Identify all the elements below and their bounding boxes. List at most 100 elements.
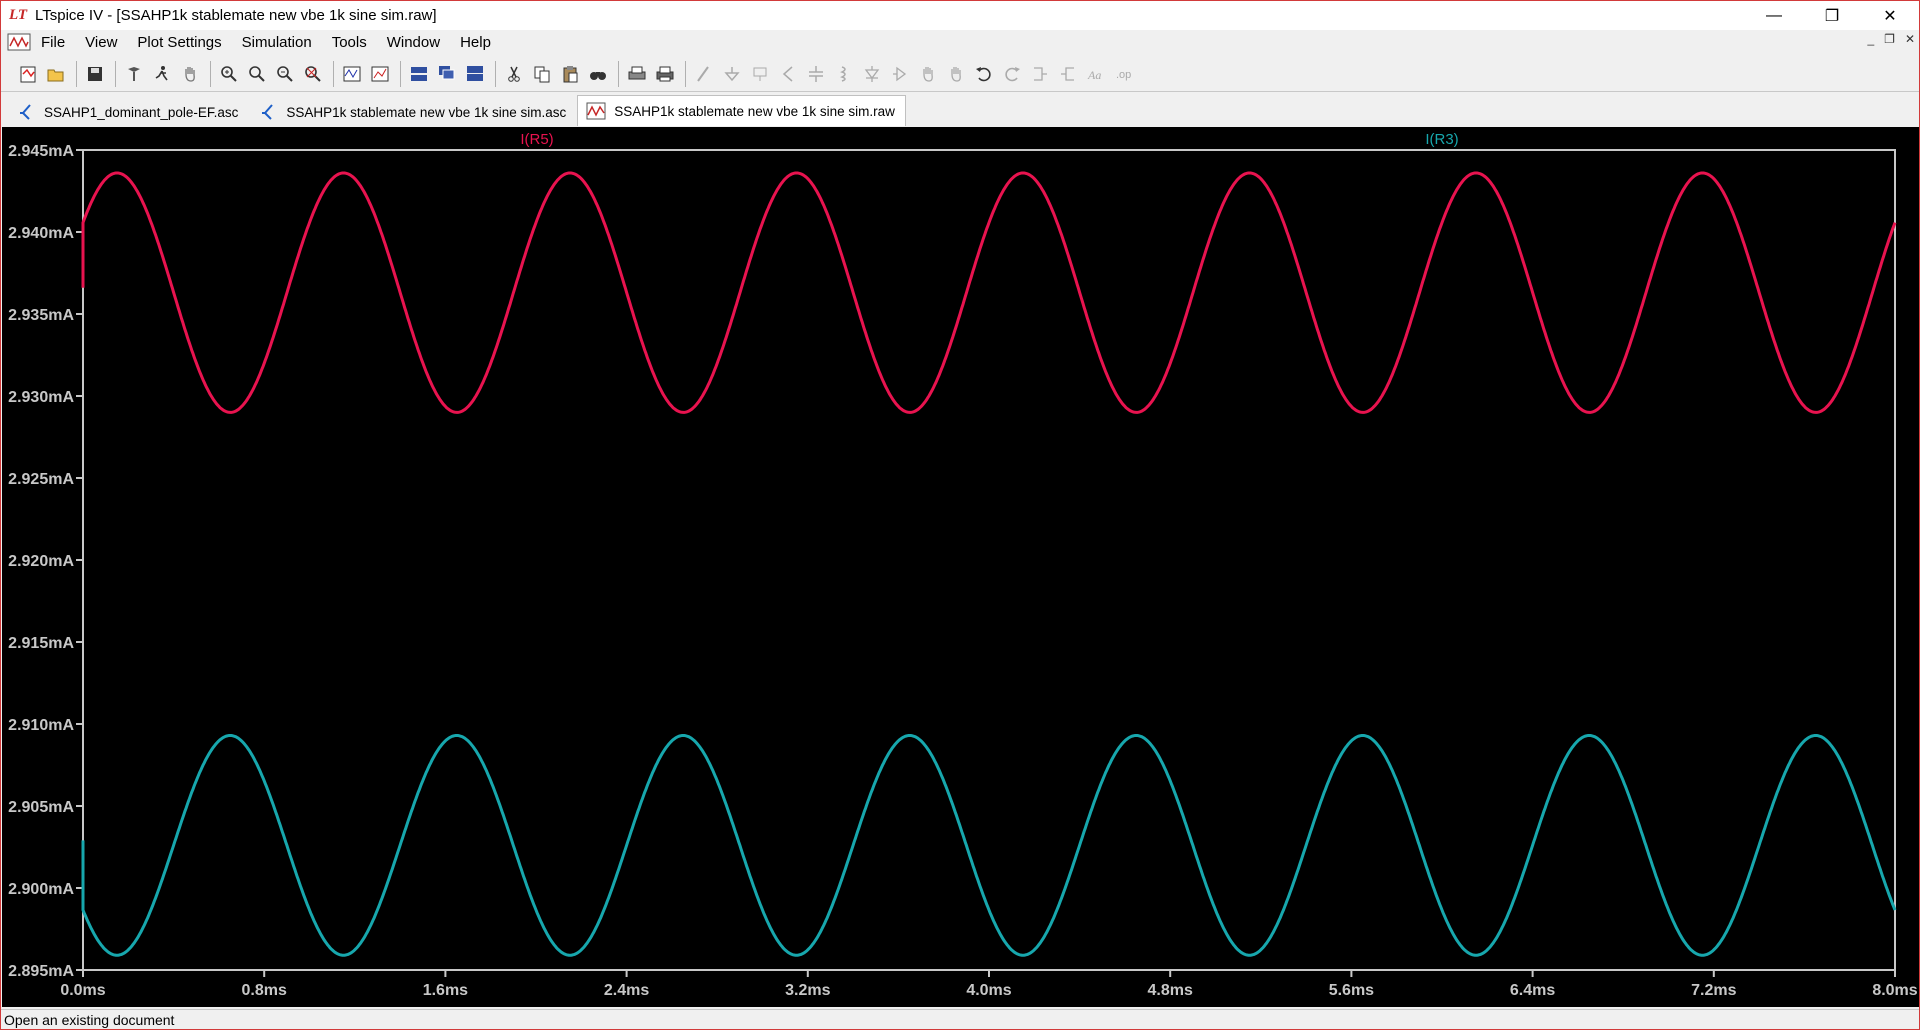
toolbar-separator [495, 60, 496, 87]
menu-window[interactable]: Window [377, 34, 450, 51]
tile-horizontal-icon[interactable] [406, 61, 432, 87]
inductor-icon[interactable] [831, 61, 857, 87]
tab-stablemate-raw[interactable]: SSAHP1k stablemate new vbe 1k sine sim.r… [577, 95, 906, 126]
toolbar-separator [210, 60, 211, 87]
menu-plot-settings[interactable]: Plot Settings [127, 34, 231, 51]
tab-dominant-pole-schematic[interactable]: SSAHP1_dominant_pole-EF.asc [7, 98, 249, 126]
x-tick-label: 3.2ms [785, 982, 830, 999]
menu-file[interactable]: File [31, 34, 75, 51]
wire-icon[interactable] [691, 61, 717, 87]
autorange-icon[interactable] [339, 61, 365, 87]
document-tabs: SSAHP1_dominant_pole-EF.asc SSAHP1k stab… [1, 94, 1919, 126]
diode-icon[interactable] [859, 61, 885, 87]
paste-icon[interactable] [557, 61, 583, 87]
schematic-icon [262, 104, 274, 120]
x-tick-label: 6.4ms [1510, 982, 1555, 999]
svg-text:.op: .op [1116, 69, 1131, 81]
doc-restore-button[interactable]: ❐ [1884, 32, 1895, 46]
title-bar: LT LTspice IV - [SSAHP1k stablemate new … [1, 1, 1919, 30]
toolbar-separator [76, 60, 77, 87]
menu-view[interactable]: View [75, 34, 127, 51]
waveform-icon [586, 102, 606, 120]
redo-icon[interactable] [999, 61, 1025, 87]
x-tick-label: 0.0ms [60, 982, 105, 999]
minimize-button[interactable]: — [1745, 1, 1803, 30]
y-tick-label: 2.915mA [8, 635, 74, 652]
mirror-icon[interactable] [1055, 61, 1081, 87]
waveform-chart[interactable]: 2.945mA 2.940mA 2.935mA 2.930mA 2.925mA 2.920… [2, 127, 1919, 1007]
x-tick-label: 5.6ms [1329, 982, 1374, 999]
run-icon[interactable] [149, 61, 175, 87]
legend-i-r3[interactable]: I(R3) [1425, 131, 1458, 148]
toolbar-separator [400, 60, 401, 87]
label-icon[interactable] [747, 61, 773, 87]
cascade-icon[interactable] [434, 61, 460, 87]
legend-i-r5[interactable]: I(R5) [520, 131, 553, 148]
find-icon[interactable] [585, 61, 611, 87]
y-axis: 2.945mA 2.940mA 2.935mA 2.930mA 2.925mA 2.920… [8, 143, 83, 980]
doc-minimize-button[interactable]: _ [1867, 32, 1874, 46]
copy-icon[interactable] [529, 61, 555, 87]
y-tick-label: 2.925mA [8, 471, 74, 488]
control-panel-icon[interactable] [121, 61, 147, 87]
x-tick-label: 4.8ms [1148, 982, 1193, 999]
zoom-fit-icon[interactable] [300, 61, 326, 87]
capacitor-icon[interactable] [803, 61, 829, 87]
open-schematic-icon[interactable] [15, 61, 41, 87]
tab-stablemate-schematic[interactable]: SSAHP1k stablemate new vbe 1k sine sim.a… [249, 98, 577, 126]
maximize-button[interactable]: ❐ [1803, 1, 1861, 30]
y-tick-label: 2.910mA [8, 717, 74, 734]
text-icon[interactable]: Aa [1083, 61, 1109, 87]
x-tick-label: 0.8ms [242, 982, 287, 999]
waveform-plot-pane[interactable]: 2.945mA 2.940mA 2.935mA 2.930mA 2.925mA 2.920… [2, 127, 1919, 1007]
add-trace-icon[interactable] [367, 61, 393, 87]
resistor-icon[interactable] [775, 61, 801, 87]
ltspice-window: LT LTspice IV - [SSAHP1k stablemate new … [0, 0, 1920, 1030]
drag-icon[interactable] [943, 61, 969, 87]
x-tick-label: 2.4ms [604, 982, 649, 999]
close-button[interactable]: ✕ [1861, 1, 1919, 30]
waveform-window-icon[interactable] [7, 32, 31, 52]
trace-ir3[interactable] [81, 734, 1897, 957]
tab-label: SSAHP1k stablemate new vbe 1k sine sim.a… [286, 104, 567, 120]
cut-icon[interactable] [501, 61, 527, 87]
x-tick-label: 7.2ms [1691, 982, 1736, 999]
y-tick-label: 2.905mA [8, 799, 74, 816]
schematic-icon [20, 104, 31, 120]
zoom-in-icon[interactable] [216, 61, 242, 87]
rotate-icon[interactable] [1027, 61, 1053, 87]
tab-label: SSAHP1k stablemate new vbe 1k sine sim.r… [614, 103, 895, 119]
doc-close-button[interactable]: ✕ [1905, 32, 1915, 46]
y-tick-label: 2.935mA [8, 307, 74, 324]
svg-text:Aa: Aa [1087, 68, 1101, 82]
component-icon[interactable] [887, 61, 913, 87]
move-icon[interactable] [915, 61, 941, 87]
menu-simulation[interactable]: Simulation [232, 34, 322, 51]
save-icon[interactable] [82, 61, 108, 87]
zoom-out-icon[interactable] [272, 61, 298, 87]
plot-frame [82, 149, 1896, 971]
menu-help[interactable]: Help [450, 34, 501, 51]
status-text: Open an existing document [4, 1012, 175, 1028]
print-preview-icon[interactable] [624, 61, 650, 87]
open-file-icon[interactable] [43, 61, 69, 87]
print-icon[interactable] [652, 61, 678, 87]
toolbar-separator [115, 60, 116, 87]
spice-directive-icon[interactable]: .op [1111, 61, 1137, 87]
tab-label: SSAHP1_dominant_pole-EF.asc [44, 104, 239, 120]
tile-windows-icon[interactable] [462, 61, 488, 87]
toolbar-separator [618, 60, 619, 87]
menu-tools[interactable]: Tools [322, 34, 377, 51]
y-tick-label: 2.900mA [8, 881, 74, 898]
status-bar: Open an existing document [1, 1009, 1919, 1029]
x-tick-label: 1.6ms [423, 982, 468, 999]
ground-icon[interactable] [719, 61, 745, 87]
window-title: LTspice IV - [SSAHP1k stablemate new vbe… [35, 7, 437, 24]
menu-bar: File View Plot Settings Simulation Tools… [1, 30, 1919, 54]
toolbar-separator [685, 60, 686, 87]
trace-ir5[interactable] [81, 171, 1897, 414]
pan-icon[interactable] [177, 61, 203, 87]
y-tick-label: 2.940mA [8, 225, 74, 242]
undo-icon[interactable] [971, 61, 997, 87]
zoom-area-icon[interactable] [244, 61, 270, 87]
